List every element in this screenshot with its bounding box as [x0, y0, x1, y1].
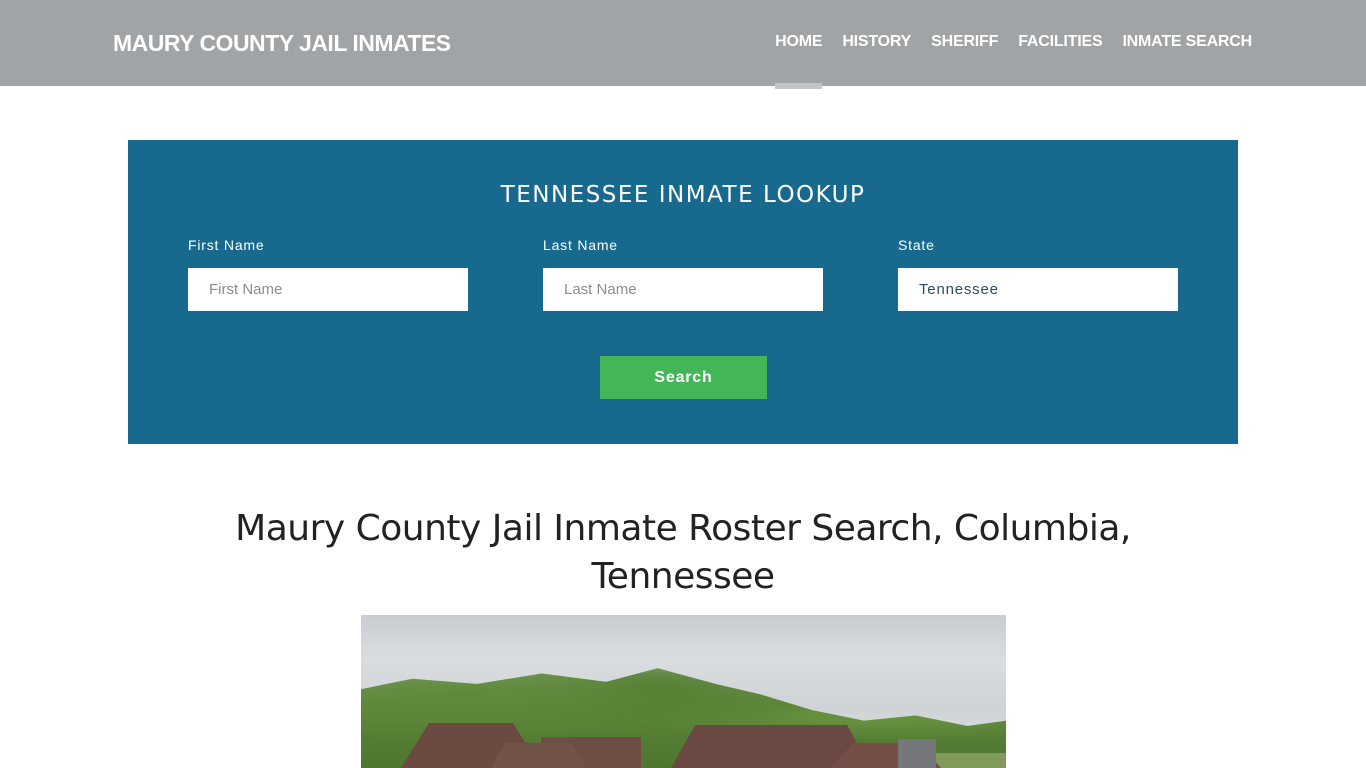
site-brand[interactable]: MAURY COUNTY JAIL INMATES: [113, 30, 451, 57]
site-header: MAURY COUNTY JAIL INMATES HOME HISTORY S…: [0, 0, 1366, 89]
last-name-label: Last Name: [543, 237, 618, 253]
photo-tower: [898, 739, 936, 768]
state-label: State: [898, 237, 935, 253]
jail-building-photo: [361, 615, 1006, 768]
nav-sheriff[interactable]: SHERIFF: [931, 33, 998, 51]
main-nav: HOME HISTORY SHERIFF FACILITIES INMATE S…: [755, 33, 1252, 89]
lookup-title: TENNESSEE INMATE LOOKUP: [500, 182, 866, 208]
state-input[interactable]: [898, 268, 1178, 311]
first-name-input[interactable]: [188, 268, 468, 311]
photo-roof: [491, 743, 586, 768]
state-group: State: [898, 237, 1178, 311]
inmate-lookup-form: TENNESSEE INMATE LOOKUP First Name Last …: [128, 140, 1238, 444]
first-name-label: First Name: [188, 237, 265, 253]
first-name-group: First Name: [188, 237, 468, 311]
nav-history[interactable]: HISTORY: [842, 33, 911, 51]
search-button[interactable]: Search: [600, 356, 767, 399]
nav-inmate-search[interactable]: INMATE SEARCH: [1122, 33, 1252, 51]
page-title: Maury County Jail Inmate Roster Search, …: [235, 508, 1131, 597]
photo-grass: [936, 753, 1006, 768]
nav-home[interactable]: HOME: [775, 33, 823, 89]
last-name-group: Last Name: [543, 237, 823, 311]
last-name-input[interactable]: [543, 268, 823, 311]
nav-facilities[interactable]: FACILITIES: [1018, 33, 1102, 51]
